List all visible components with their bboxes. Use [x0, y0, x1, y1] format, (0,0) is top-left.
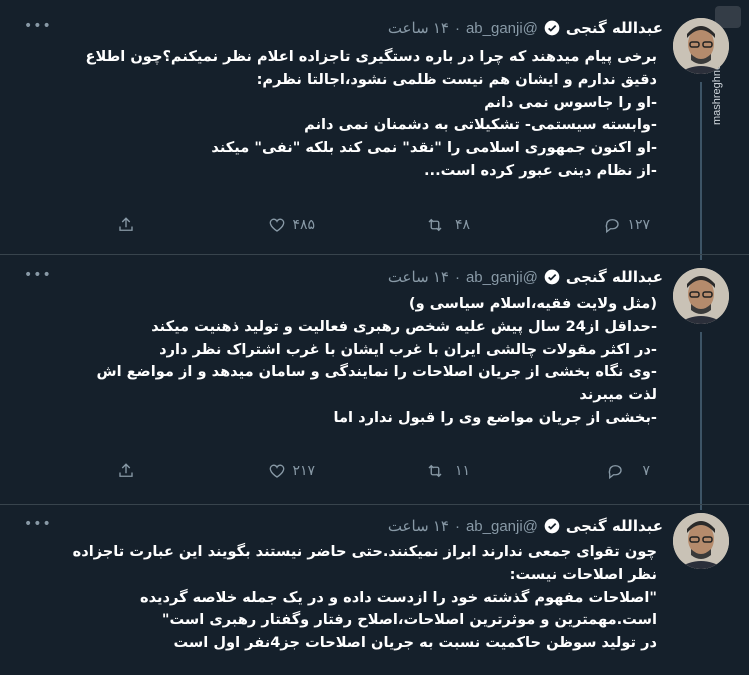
reply-count: ۷ [642, 463, 650, 479]
heart-icon [270, 464, 285, 478]
share-button[interactable] [117, 213, 135, 237]
tweet-text: (مثل ولایت فقیه،اسلام سیاسی و) -حداقل از… [28, 293, 657, 430]
tweet-line: (مثل ولایت فقیه،اسلام سیاسی و) [408, 295, 657, 312]
tweet[interactable]: عبدالله گنجی @ab_ganji · ۱۴ ساعت ••• برخ… [0, 0, 749, 255]
share-icon [119, 217, 133, 231]
author-name[interactable]: عبدالله گنجی [566, 19, 663, 37]
tweet-line: -او را جاسوس نمی دانم [484, 93, 657, 111]
more-options-icon[interactable]: ••• [24, 267, 52, 283]
tweet-time[interactable]: ۱۴ ساعت [388, 19, 449, 37]
tweet[interactable]: عبدالله گنجی @ab_ganji · ۱۴ ساعت ••• چون… [0, 505, 749, 675]
tweet-line: -او اکنون جمهوری اسلامی را "نقد" نمی کند… [211, 139, 657, 157]
heart-icon [270, 218, 285, 232]
avatar[interactable] [673, 268, 729, 324]
tweet-line: -وی نگاه بخشی از جریان اصلاحات را نمایند… [96, 363, 657, 381]
reply-icon [608, 465, 622, 480]
share-icon [119, 463, 133, 477]
retweet-count: ۴۸ [454, 217, 470, 233]
tweet-line: -بخشی از جریان مواضع وی را قبول ندارد ام… [333, 408, 658, 426]
tweet-actions: ۷ ۱۱ ۲۱۷ [110, 459, 650, 483]
retweet-button[interactable]: ۴۸ [426, 213, 470, 237]
tweet-line: -وابسته سیستمی- تشکیلاتی به دشمنان نمی د… [304, 116, 657, 134]
verified-badge-icon [544, 269, 560, 285]
separator-dot: · [454, 517, 460, 535]
tweet-line: لذت میبرند [579, 386, 657, 404]
separator-dot: · [454, 19, 460, 37]
tweet-line: برخی پیام میدهند که چرا در باره دستگیری … [85, 48, 657, 65]
author-handle[interactable]: @ab_ganji [466, 269, 538, 286]
tweet-line: نظر اصلاحات نیست: [509, 565, 657, 583]
retweet-icon [428, 218, 442, 232]
tweet-line: -حداقل از24 سال پیش علیه شخص رهبری فعالی… [151, 317, 657, 335]
reply-icon [606, 219, 620, 234]
author-handle[interactable]: @ab_ganji [466, 518, 538, 535]
verified-badge-icon [544, 518, 560, 534]
tweet-line: در تولید سوظن حاکمیت نسبت به جریان اصلاح… [173, 634, 657, 652]
reply-button[interactable]: ۷ [606, 459, 650, 483]
retweet-button[interactable]: ۱۱ [426, 459, 470, 483]
tweet-line: چون تقوای جمعی ندارند ابراز نمیکنند.حتی … [72, 543, 657, 560]
more-options-icon[interactable]: ••• [24, 18, 52, 34]
tweet-text: چون تقوای جمعی ندارند ابراز نمیکنند.حتی … [28, 541, 657, 655]
retweet-icon [428, 464, 442, 478]
verified-badge-icon [544, 20, 560, 36]
tweet-line: -از نظام دینی عبور کرده است... [423, 161, 657, 179]
tweet-actions: ۱۲۷ ۴۸ ۴۸۵ [110, 213, 650, 237]
share-button[interactable] [117, 459, 135, 483]
reply-button[interactable]: ۱۲۷ [603, 213, 650, 237]
author-name[interactable]: عبدالله گنجی [566, 517, 663, 535]
like-count: ۴۸۵ [292, 217, 315, 233]
tweet[interactable]: عبدالله گنجی @ab_ganji · ۱۴ ساعت ••• (مث… [0, 255, 749, 505]
like-button[interactable]: ۴۸۵ [268, 213, 315, 237]
like-count: ۲۱۷ [292, 463, 315, 479]
avatar[interactable] [673, 513, 729, 569]
separator-dot: · [454, 268, 460, 286]
tweet-line: دقیق ندارم و ایشان هم نیست ظلمی نشود،اجا… [256, 70, 657, 88]
reply-count: ۱۲۷ [627, 217, 650, 233]
retweet-count: ۱۱ [454, 463, 470, 479]
tweet-time[interactable]: ۱۴ ساعت [388, 517, 449, 535]
tweet-line: است.مهمترین و موثرترین اصلاحات،اصلاح رفت… [161, 611, 657, 629]
avatar[interactable] [673, 18, 729, 74]
more-options-icon[interactable]: ••• [24, 516, 52, 532]
tweet-header: عبدالله گنجی @ab_ganji · ۱۴ ساعت [388, 17, 663, 39]
tweet-time[interactable]: ۱۴ ساعت [388, 268, 449, 286]
tweet-header: عبدالله گنجی @ab_ganji · ۱۴ ساعت [388, 266, 663, 288]
tweet-line: "اصلاحات مفهوم گذشته خود را ازدست داده و… [140, 588, 657, 606]
tweet-text: برخی پیام میدهند که چرا در باره دستگیری … [28, 46, 657, 183]
tweet-line: -در اکثر مقولات چالشی ایران با غرب ایشان… [159, 340, 657, 358]
tweet-header: عبدالله گنجی @ab_ganji · ۱۴ ساعت [388, 515, 663, 537]
like-button[interactable]: ۲۱۷ [268, 459, 315, 483]
author-name[interactable]: عبدالله گنجی [566, 268, 663, 286]
author-handle[interactable]: @ab_ganji [466, 20, 538, 37]
